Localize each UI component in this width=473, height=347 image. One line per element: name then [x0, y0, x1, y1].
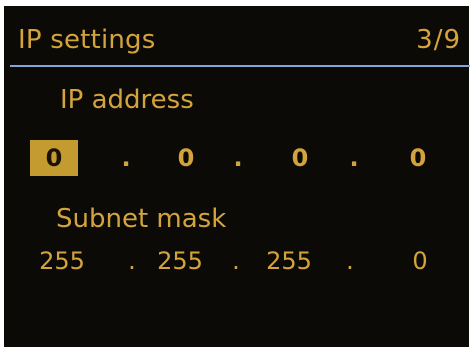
ip-address-label: IP address — [60, 85, 194, 115]
subnet-separator: . — [128, 247, 136, 275]
page-title: IP settings — [18, 25, 156, 55]
subnet-mask-label: Subnet mask — [56, 204, 227, 234]
ip-separator: . — [349, 144, 359, 172]
header-divider — [10, 65, 470, 67]
ip-address-field[interactable]: 0 . 0 . 0 . 0 — [4, 140, 469, 176]
subnet-mask-field[interactable]: 255 . 255 . 255 . 0 — [4, 243, 469, 279]
subnet-octet-2[interactable]: 255 — [152, 243, 208, 279]
ip-separator: . — [121, 144, 131, 172]
header: IP settings 3/9 — [4, 6, 470, 67]
ip-octet-1[interactable]: 0 — [30, 140, 78, 176]
subnet-octet-3[interactable]: 255 — [254, 243, 324, 279]
ip-octet-3[interactable]: 0 — [280, 140, 320, 176]
subnet-octet-1[interactable]: 255 — [34, 243, 90, 279]
subnet-octet-4[interactable]: 0 — [400, 243, 440, 279]
page-indicator: 3/9 — [416, 25, 461, 55]
subnet-separator: . — [346, 247, 354, 275]
ip-octet-2[interactable]: 0 — [166, 140, 206, 176]
device-display: IP settings 3/9 IP address 0 . 0 . 0 . 0… — [4, 6, 470, 347]
subnet-separator: . — [232, 247, 240, 275]
ip-octet-4[interactable]: 0 — [398, 140, 438, 176]
ip-separator: . — [233, 144, 243, 172]
